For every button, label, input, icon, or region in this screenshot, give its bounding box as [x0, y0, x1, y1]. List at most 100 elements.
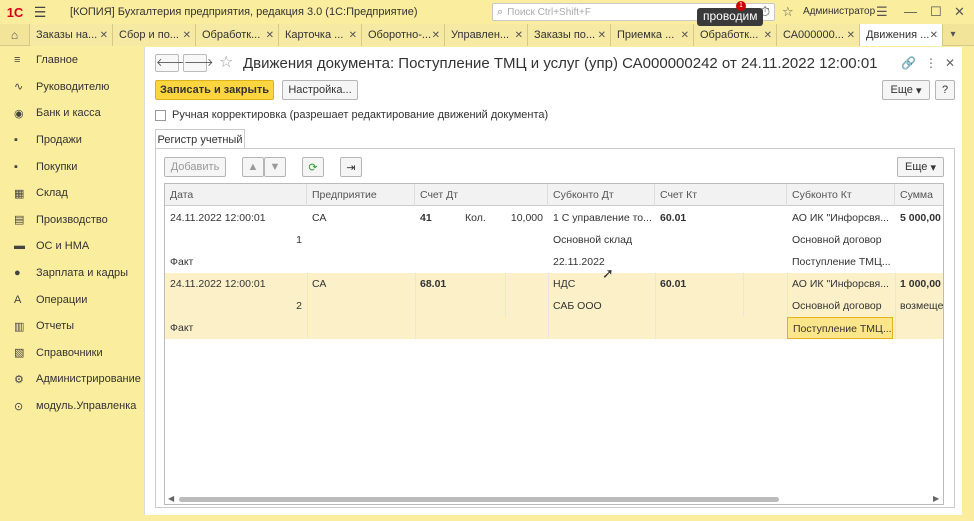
app-logo: 1С [6, 4, 24, 20]
register-panel: Добавить ▲ ▼ ⟳ ⇥ Еще ▾ Дата Предприятие … [155, 148, 955, 508]
sidebar-item[interactable]: ⚙ Администрирование [0, 366, 144, 393]
tab-close-icon[interactable]: ✕ [515, 30, 523, 41]
move-down-button[interactable]: ▼ [264, 157, 286, 177]
scrollbar-thumb[interactable] [179, 497, 779, 502]
tabs-dropdown-icon[interactable]: ▾ [943, 24, 963, 45]
close-window-icon[interactable]: ✕ [954, 4, 965, 20]
table-more-button[interactable]: Еще ▾ [897, 157, 944, 177]
move-up-button[interactable]: ▲ [242, 157, 264, 177]
tab-close-icon[interactable]: ✕ [598, 30, 606, 41]
reports-icon: ▥ [14, 320, 25, 333]
tab-label: Сбор и по... [119, 29, 179, 41]
settings-button[interactable]: Настройка... [282, 80, 358, 100]
export-button[interactable]: ⇥ [340, 157, 362, 177]
tab-item[interactable]: Обработк... ✕ [694, 24, 777, 46]
manual-edit-checkbox[interactable] [155, 109, 166, 121]
maximize-icon[interactable]: ☐ [930, 4, 942, 20]
forward-button[interactable]: 🡒 [183, 54, 214, 72]
horizontal-scrollbar[interactable]: ◀ ▶ [165, 494, 943, 504]
sidebar-item[interactable]: ∿ Руководителю [0, 74, 144, 101]
scroll-left-icon[interactable]: ◀ [168, 494, 174, 503]
app-title: [КОПИЯ] Бухгалтерия предприятия, редакци… [70, 6, 418, 18]
tab-item[interactable]: Обработк... ✕ [196, 24, 279, 46]
tab-item[interactable]: СА000000... ✕ [777, 24, 860, 46]
favorite-star-icon[interactable]: ☆ [219, 52, 233, 72]
cell-type: Факт [170, 322, 194, 334]
tab-item[interactable]: Заказы по... ✕ [528, 24, 611, 46]
column-header-subconto-dt[interactable]: Субконто Дт [548, 184, 655, 206]
help-button[interactable]: ? [935, 80, 955, 100]
sidebar-item[interactable]: ◉ Банк и касса [0, 100, 144, 127]
user-name[interactable]: Администратор [803, 6, 875, 17]
close-form-icon[interactable]: ✕ [945, 56, 955, 70]
tab-close-icon[interactable]: ✕ [266, 30, 274, 41]
column-header-company[interactable]: Предприятие [307, 184, 415, 206]
tab-close-icon[interactable]: ✕ [432, 30, 440, 41]
table-row[interactable]: 24.11.2022 12:00:01 1 Факт СА 41 Кол. 10… [165, 207, 943, 273]
tab-item[interactable]: Карточка ... ✕ [279, 24, 362, 46]
tab-register[interactable]: Регистр учетный [155, 129, 245, 149]
tab-item[interactable]: Приемка ... ✕ [611, 24, 694, 46]
tab-item-active[interactable]: Движения ... ✕ [860, 24, 943, 46]
sidebar-item[interactable]: ⊙ модуль.Управленка [0, 393, 144, 420]
sidebar-item-label: Операции [36, 293, 88, 306]
cell-subconto-dt-1: 1 С управление то... [553, 212, 652, 224]
sidebar-item[interactable]: ▬ ОС и НМА [0, 233, 144, 260]
sidebar-item[interactable]: A Операции [0, 286, 144, 313]
sidebar-item[interactable]: ≡ Главное [0, 47, 144, 74]
tab-item[interactable]: Оборотно-... ✕ [362, 24, 445, 46]
page-title: Движения документа: Поступление ТМЦ и ус… [243, 55, 878, 72]
sidebar-item[interactable]: ● Зарплата и кадры [0, 260, 144, 287]
sidebar-item[interactable]: ▧ Справочники [0, 340, 144, 367]
add-button[interactable]: Добавить [164, 157, 226, 177]
tab-label: Заказы на... [36, 29, 98, 41]
favorites-star-icon[interactable]: ☆ [782, 4, 794, 20]
main-menu-icon[interactable]: ☰ [30, 4, 50, 21]
tab-item[interactable]: Сбор и по... ✕ [113, 24, 196, 46]
sidebar-item[interactable]: ▪ Покупки [0, 153, 144, 180]
column-header-kt-account[interactable]: Счет Кт [655, 184, 787, 206]
mouse-cursor-icon: ➚ [602, 265, 614, 281]
column-header-date[interactable]: Дата [165, 184, 307, 206]
tab-close-icon[interactable]: ✕ [847, 30, 855, 41]
sidebar-item[interactable]: ▪ Продажи [0, 127, 144, 154]
refresh-button[interactable]: ⟳ [302, 157, 324, 177]
scroll-right-icon[interactable]: ▶ [933, 494, 939, 503]
minimize-icon[interactable]: — [904, 4, 917, 19]
more-vertical-icon[interactable]: ⋮ [925, 56, 937, 70]
cell-subconto-dt-2: САБ ООО [553, 300, 602, 312]
search-placeholder: Поиск Ctrl+Shift+F [507, 6, 592, 18]
tab-close-icon[interactable]: ✕ [681, 30, 689, 41]
manual-edit-checkbox-row[interactable]: Ручная корректировка (разрешает редактир… [155, 109, 548, 121]
more-button[interactable]: Еще ▾ [882, 80, 930, 100]
tab-close-icon[interactable]: ✕ [349, 30, 357, 41]
column-header-dt-account[interactable]: Счет Дт [415, 184, 548, 206]
sidebar-item[interactable]: ▦ Склад [0, 180, 144, 207]
cell-sum: 5 000,00 [900, 212, 941, 224]
cell-subconto-kt-3-focused[interactable]: Поступление ТМЦ... [787, 317, 893, 339]
column-divider [505, 273, 506, 317]
settings-menu-icon[interactable]: ☰ [876, 4, 888, 20]
tab-close-icon[interactable]: ✕ [764, 30, 772, 41]
tab-close-icon[interactable]: ✕ [183, 30, 191, 41]
sidebar-item[interactable]: ▥ Отчеты [0, 313, 144, 340]
sidebar-item[interactable]: ▤ Производство [0, 207, 144, 234]
sidebar-item-label: Производство [36, 213, 108, 226]
column-header-subconto-kt[interactable]: Субконто Кт [787, 184, 895, 206]
save-and-close-button[interactable]: Записать и закрыть [155, 80, 274, 100]
link-icon[interactable]: 🔗 [901, 56, 916, 70]
column-header-sum[interactable]: Сумма [895, 184, 943, 206]
back-button[interactable]: 🡐 [155, 54, 186, 72]
chart-icon: ∿ [14, 81, 24, 94]
tab-item[interactable]: Заказы на... ✕ [30, 24, 113, 46]
gear-icon: ⚙ [14, 373, 24, 386]
tab-close-icon[interactable]: ✕ [930, 30, 938, 41]
tab-label: Заказы по... [534, 29, 596, 41]
home-tab-icon[interactable]: ⌂ [0, 24, 30, 46]
register-table[interactable]: Дата Предприятие Счет Дт Субконто Дт Сче… [164, 183, 944, 505]
table-row-selected[interactable]: 24.11.2022 12:00:01 2 Факт СА 68.01 НДС … [165, 273, 943, 339]
purchases-icon: ▪ [14, 160, 18, 173]
tab-item[interactable]: Управлен... ✕ [445, 24, 528, 46]
tab-close-icon[interactable]: ✕ [100, 30, 108, 41]
cell-dt-account: 68.01 [420, 278, 447, 290]
